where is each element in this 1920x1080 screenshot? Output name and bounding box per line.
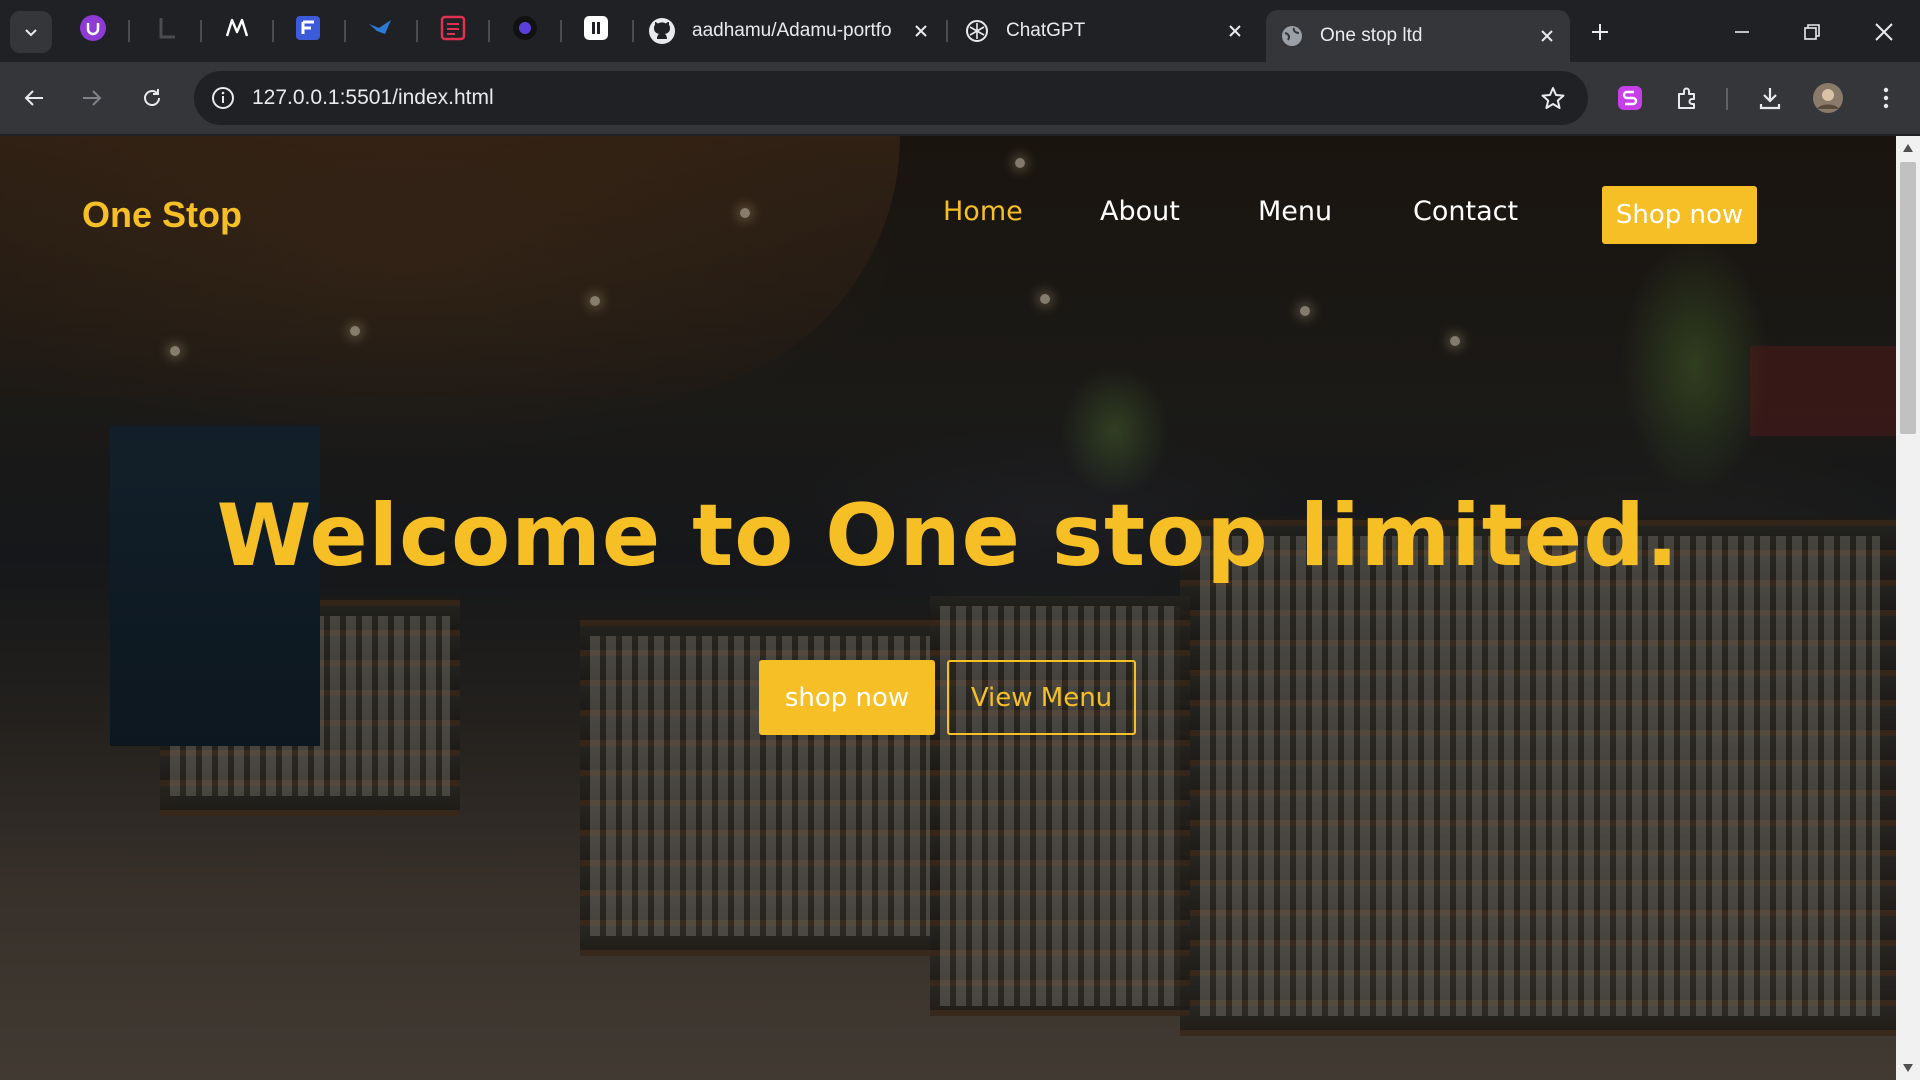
u-extension-icon xyxy=(80,15,106,41)
pinned-tab-l[interactable] xyxy=(152,13,182,43)
site-header: One Stop Home About Menu Contact Shop no… xyxy=(0,136,1896,266)
profile-button[interactable] xyxy=(1808,78,1848,118)
nav-link-home[interactable]: Home xyxy=(943,196,1023,227)
nav-link-about[interactable]: About xyxy=(1100,196,1180,227)
scroll-down-arrow[interactable] xyxy=(1902,1062,1914,1074)
address-bar[interactable]: 127.0.0.1:5501/index.html xyxy=(194,71,1588,125)
nav-link-contact[interactable]: Contact xyxy=(1413,196,1518,227)
page-scrollbar[interactable] xyxy=(1896,136,1920,1080)
tab-separator xyxy=(344,20,346,42)
tab-separator xyxy=(200,20,202,42)
url-text: 127.0.0.1:5501/index.html xyxy=(252,86,494,109)
extensions-button[interactable] xyxy=(1668,78,1708,118)
triangle-down-icon xyxy=(1903,1064,1913,1072)
github-icon xyxy=(649,18,675,44)
back-button[interactable] xyxy=(14,78,54,118)
download-icon xyxy=(1759,88,1781,110)
tab-separator xyxy=(560,20,562,42)
downloads-button[interactable] xyxy=(1750,78,1790,118)
tab-github[interactable]: aadhamu/Adamu-portfo xyxy=(644,10,944,52)
avatar-icon xyxy=(1813,83,1843,113)
triangle-up-icon xyxy=(1903,144,1913,152)
globe-icon xyxy=(1282,26,1302,46)
tab-separator xyxy=(488,20,490,42)
nav-link-menu[interactable]: Menu xyxy=(1258,196,1332,227)
pinned-tab-u[interactable] xyxy=(78,13,108,43)
scroll-thumb[interactable] xyxy=(1900,162,1916,434)
chatgpt-icon xyxy=(966,20,988,42)
pinned-tab-m[interactable] xyxy=(222,13,252,43)
tab-title: One stop ltd xyxy=(1320,25,1423,46)
pinned-tab-f[interactable] xyxy=(293,13,323,43)
tab-chatgpt[interactable]: ChatGPT xyxy=(958,10,1258,52)
tab-one-stop[interactable]: One stop ltd xyxy=(1266,10,1570,62)
close-window-button[interactable] xyxy=(1864,12,1904,52)
extension-s-button[interactable] xyxy=(1610,78,1650,118)
m-logo-icon xyxy=(225,18,249,37)
close-icon xyxy=(1541,30,1553,42)
restore-button[interactable] xyxy=(1792,12,1832,52)
pinned-tab-s[interactable] xyxy=(438,13,468,43)
restore-icon xyxy=(1804,24,1820,40)
bookmark-star-icon[interactable] xyxy=(1538,83,1568,113)
close-icon xyxy=(915,25,927,37)
new-tab-button[interactable] xyxy=(1580,12,1620,52)
menu-button[interactable] xyxy=(1866,78,1906,118)
page-viewport: One Stop Home About Menu Contact Shop no… xyxy=(0,136,1896,1080)
site-info-icon[interactable] xyxy=(208,83,238,113)
forward-button[interactable] xyxy=(72,78,112,118)
bird-logo-icon xyxy=(369,20,391,34)
tab-title: aadhamu/Adamu-portfo xyxy=(692,20,892,41)
site-logo[interactable]: One Stop xyxy=(82,194,242,236)
close-tab-button[interactable] xyxy=(1222,18,1248,44)
arrow-left-icon xyxy=(24,90,43,106)
tab-separator xyxy=(272,20,274,42)
pause-app-icon xyxy=(584,16,608,40)
hero-shop-now-button[interactable]: shop now xyxy=(759,660,935,735)
s-extension-icon xyxy=(1618,86,1642,110)
pinned-tab-bird[interactable] xyxy=(365,13,395,43)
header-shop-now-button[interactable]: Shop now xyxy=(1602,186,1757,244)
hero-title: Welcome to One stop limited. xyxy=(216,486,1680,586)
close-tab-button[interactable] xyxy=(908,18,934,44)
toolbar-separator xyxy=(1726,88,1728,110)
pinned-tab-dot[interactable] xyxy=(510,13,540,43)
hero-dark-overlay xyxy=(0,136,1896,1080)
reload-button[interactable] xyxy=(132,78,172,118)
close-tab-button[interactable] xyxy=(1534,23,1560,49)
kebab-menu-icon xyxy=(1883,87,1889,109)
plus-icon xyxy=(1592,24,1608,40)
close-icon xyxy=(1229,25,1241,37)
arrow-right-icon xyxy=(83,90,102,106)
tab-separator xyxy=(128,20,130,42)
browser-toolbar: 127.0.0.1:5501/index.html xyxy=(0,62,1920,134)
f-form-icon xyxy=(296,16,320,40)
l-logo-icon xyxy=(159,18,175,39)
reload-icon xyxy=(144,89,160,106)
close-icon xyxy=(1875,23,1893,41)
tab-title: ChatGPT xyxy=(1006,20,1086,41)
s-logo-icon xyxy=(440,15,466,41)
tab-separator xyxy=(946,20,948,42)
tab-search-button[interactable] xyxy=(10,11,52,53)
orb-icon xyxy=(513,16,537,40)
pinned-tab-pause[interactable] xyxy=(581,13,611,43)
puzzle-icon xyxy=(1678,87,1695,109)
minimize-icon xyxy=(1735,31,1749,33)
tab-separator xyxy=(416,20,418,42)
minimize-button[interactable] xyxy=(1722,12,1762,52)
tab-bar: aadhamu/Adamu-portfo ChatGPT One stop lt… xyxy=(0,0,1920,62)
scroll-up-arrow[interactable] xyxy=(1902,142,1914,154)
hero-view-menu-button[interactable]: View Menu xyxy=(947,660,1136,735)
tab-separator xyxy=(632,20,634,42)
chevron-down-icon xyxy=(25,29,37,37)
